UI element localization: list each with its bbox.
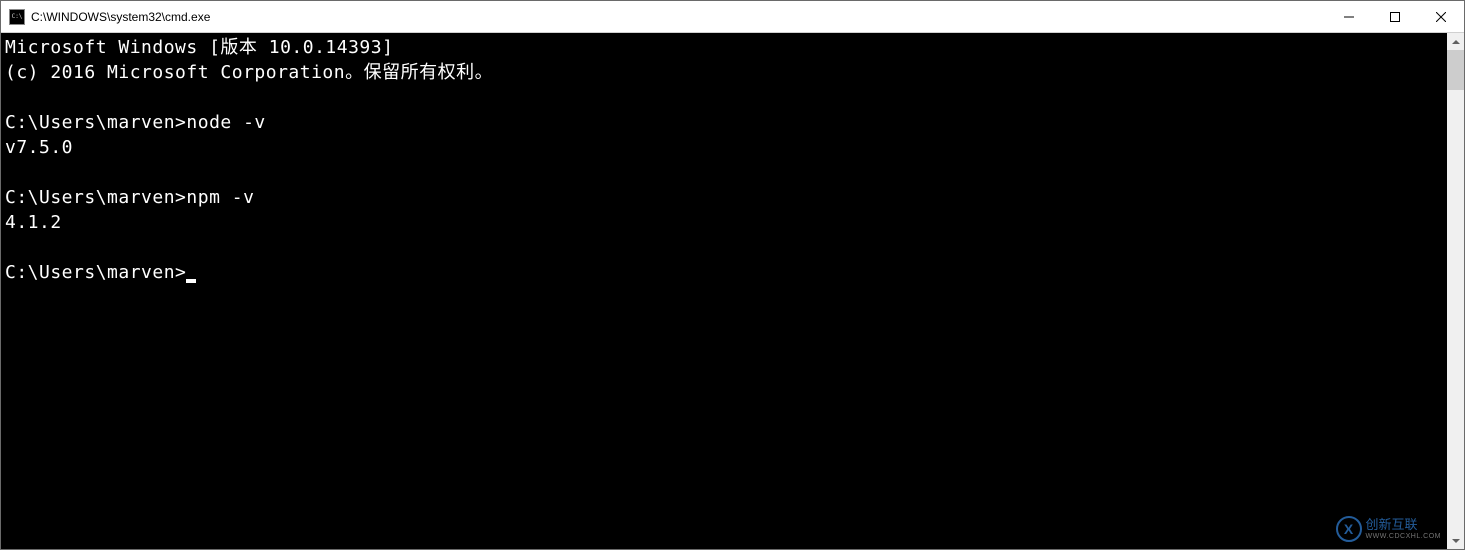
terminal-output[interactable]: Microsoft Windows [版本 10.0.14393] (c) 20… [1, 33, 1447, 549]
header-line-1: Microsoft Windows [版本 10.0.14393] [5, 37, 393, 58]
cmd-icon [9, 9, 25, 25]
cursor [186, 279, 196, 283]
minimize-icon [1344, 12, 1354, 22]
scroll-down-button[interactable] [1447, 532, 1464, 549]
prompt-2: C:\Users\marven> [5, 187, 186, 208]
titlebar[interactable]: C:\WINDOWS\system32\cmd.exe [1, 1, 1464, 33]
prompt-1: C:\Users\marven> [5, 112, 186, 133]
scroll-track[interactable] [1447, 50, 1464, 532]
output-1: v7.5.0 [5, 137, 73, 158]
header-line-2: (c) 2016 Microsoft Corporation。保留所有权利。 [5, 62, 493, 83]
close-icon [1436, 12, 1446, 22]
scroll-thumb[interactable] [1447, 50, 1464, 90]
chevron-down-icon [1452, 539, 1460, 543]
window-title: C:\WINDOWS\system32\cmd.exe [31, 10, 1326, 24]
command-2: npm -v [186, 187, 254, 208]
maximize-icon [1390, 12, 1400, 22]
output-2: 4.1.2 [5, 212, 62, 233]
terminal-area: Microsoft Windows [版本 10.0.14393] (c) 20… [1, 33, 1464, 549]
chevron-up-icon [1452, 40, 1460, 44]
prompt-current: C:\Users\marven> [5, 262, 186, 283]
vertical-scrollbar[interactable] [1447, 33, 1464, 549]
maximize-button[interactable] [1372, 1, 1418, 32]
scroll-up-button[interactable] [1447, 33, 1464, 50]
cmd-window: C:\WINDOWS\system32\cmd.exe Microsoft Wi… [0, 0, 1465, 550]
command-1: node -v [186, 112, 265, 133]
window-controls [1326, 1, 1464, 32]
minimize-button[interactable] [1326, 1, 1372, 32]
close-button[interactable] [1418, 1, 1464, 32]
